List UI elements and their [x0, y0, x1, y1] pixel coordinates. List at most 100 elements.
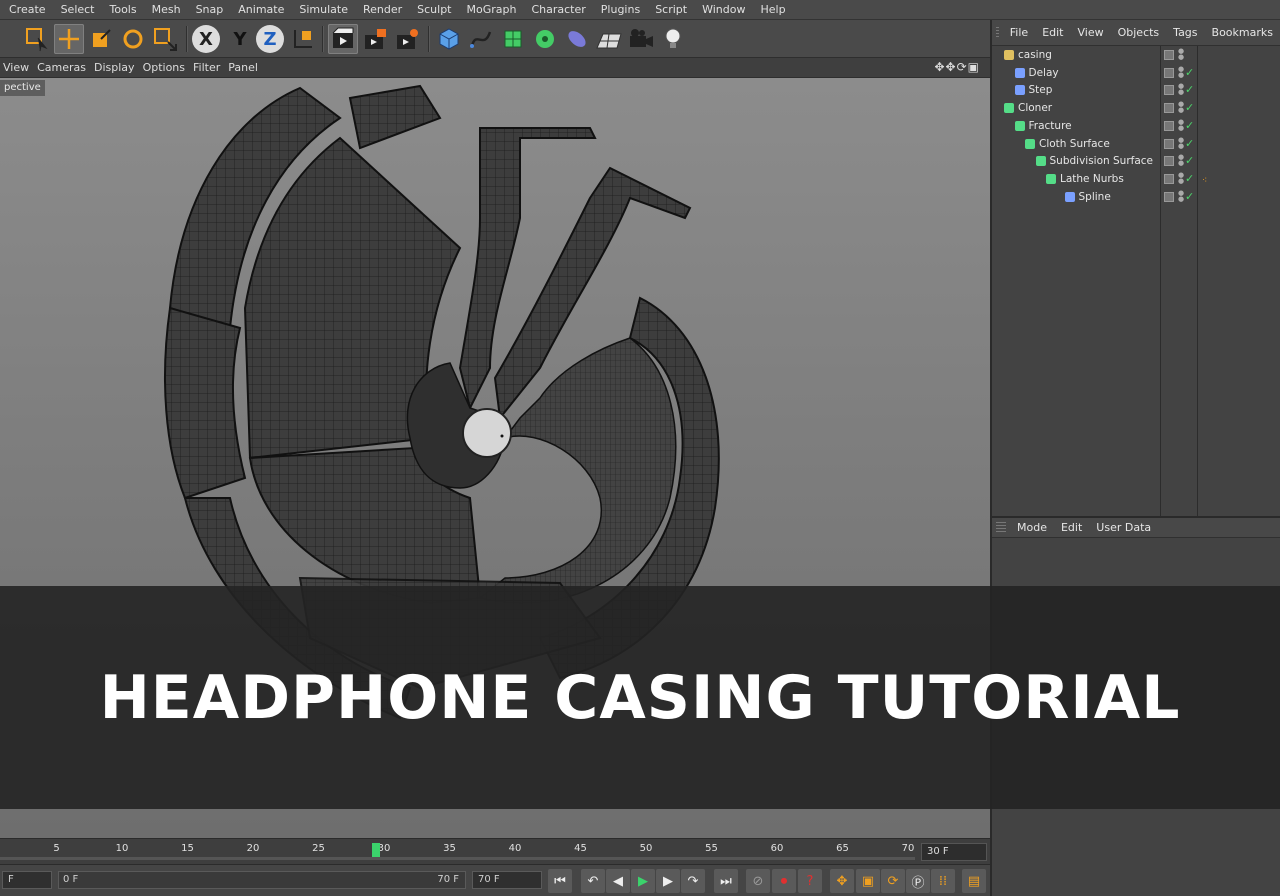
- attribute-menu-mode[interactable]: Mode: [1010, 521, 1054, 534]
- previous-key-icon[interactable]: ↶: [581, 869, 605, 893]
- viewport-menu-filter[interactable]: Filter: [190, 61, 225, 74]
- panel-grip-icon[interactable]: [996, 26, 999, 39]
- current-frame-field[interactable]: 30 F: [921, 843, 987, 861]
- menu-render[interactable]: Render: [354, 3, 408, 16]
- viewport-menu-view[interactable]: View: [0, 61, 34, 74]
- world-coordinate-system-icon[interactable]: [288, 24, 318, 54]
- visibility-dots-icon[interactable]: ● ●: [1178, 48, 1184, 61]
- visibility-dots-icon[interactable]: ● ●: [1178, 171, 1184, 184]
- enabled-check-icon[interactable]: ✓: [1185, 81, 1194, 99]
- scale-tool-icon[interactable]: [86, 24, 116, 54]
- z-axis-lock-button[interactable]: Z: [256, 25, 284, 53]
- spline-pen-icon[interactable]: [466, 24, 496, 54]
- y-axis-lock-button[interactable]: Y: [225, 24, 255, 54]
- next-key-icon[interactable]: ↷: [681, 869, 705, 893]
- viewport-menu-panel[interactable]: Panel: [225, 61, 263, 74]
- menu-mograph[interactable]: MoGraph: [458, 3, 523, 16]
- start-frame-field[interactable]: F: [2, 871, 52, 889]
- object-menu-tags[interactable]: Tags: [1166, 26, 1204, 39]
- timeline-ruler[interactable]: 5 10 15 20 25 30 35 40 45 50 55 60 65 70 30 F: [0, 838, 990, 864]
- object-row-cloner[interactable]: Cloner ● ● ✓: [992, 99, 1280, 117]
- object-menu-file[interactable]: File: [1003, 26, 1035, 39]
- visibility-dots-icon[interactable]: ● ●: [1178, 65, 1184, 78]
- record-disabled-icon[interactable]: ⊘: [746, 869, 770, 893]
- menu-create[interactable]: Create: [0, 3, 52, 16]
- render-view-icon[interactable]: [328, 24, 358, 54]
- enabled-check-icon[interactable]: ✓: [1185, 170, 1194, 188]
- visibility-dots-icon[interactable]: ● ●: [1178, 136, 1184, 149]
- deformer-icon[interactable]: [562, 24, 592, 54]
- floor-environment-icon[interactable]: [594, 24, 624, 54]
- menu-mesh[interactable]: Mesh: [143, 3, 187, 16]
- layer-color-icon[interactable]: [1164, 120, 1174, 131]
- move-tool-icon[interactable]: [54, 24, 84, 54]
- enabled-check-icon[interactable]: ✓: [1185, 188, 1194, 206]
- light-bulb-icon[interactable]: [658, 24, 688, 54]
- layer-color-icon[interactable]: [1164, 173, 1174, 184]
- object-menu-bookmarks[interactable]: Bookmarks: [1205, 26, 1280, 39]
- camera-icon[interactable]: [626, 24, 656, 54]
- menu-help[interactable]: Help: [751, 3, 791, 16]
- go-to-end-icon[interactable]: ⏭: [714, 869, 738, 893]
- menu-select[interactable]: Select: [52, 3, 101, 16]
- object-row-casing[interactable]: casing ● ●: [992, 46, 1280, 64]
- object-menu-objects[interactable]: Objects: [1111, 26, 1167, 39]
- record-rotation-icon[interactable]: ⟳: [881, 869, 905, 893]
- viewport-navigation-icons[interactable]: ✥✥⟳▣: [934, 60, 980, 74]
- play-forward-icon[interactable]: ▶: [631, 869, 655, 893]
- go-to-start-icon[interactable]: ⏮: [548, 869, 572, 893]
- enabled-check-icon[interactable]: ✓: [1185, 64, 1194, 82]
- layer-color-icon[interactable]: [1164, 103, 1174, 114]
- visibility-dots-icon[interactable]: ● ●: [1178, 189, 1184, 202]
- menu-character[interactable]: Character: [522, 3, 591, 16]
- rotate-tool-icon[interactable]: [118, 24, 148, 54]
- record-parameter-icon[interactable]: Ⓟ: [906, 869, 930, 893]
- live-selection-tool-icon[interactable]: [22, 24, 52, 54]
- end-frame-field[interactable]: 70 F: [472, 871, 542, 889]
- viewport-menu-cameras[interactable]: Cameras: [34, 61, 91, 74]
- object-row-lathe-nurbs[interactable]: Lathe Nurbs ● ● ✓ ⁖: [992, 170, 1280, 188]
- visibility-dots-icon[interactable]: ● ●: [1178, 83, 1184, 96]
- object-row-delay[interactable]: Delay ● ● ✓: [992, 64, 1280, 82]
- timeline-playhead[interactable]: [372, 843, 380, 857]
- next-frame-icon[interactable]: ▶: [656, 869, 680, 893]
- subdivision-surface-icon[interactable]: [498, 24, 528, 54]
- layer-color-icon[interactable]: [1164, 156, 1174, 167]
- render-to-picture-viewer-icon[interactable]: [360, 24, 390, 54]
- layer-color-icon[interactable]: [1164, 67, 1174, 78]
- recent-tools-icon[interactable]: [150, 24, 180, 54]
- attribute-menu-user-data[interactable]: User Data: [1089, 521, 1158, 534]
- x-axis-lock-button[interactable]: X: [192, 25, 220, 53]
- object-row-subdivision-surface[interactable]: Subdivision Surface ● ● ✓: [992, 152, 1280, 170]
- visibility-dots-icon[interactable]: ● ●: [1178, 118, 1184, 131]
- cloner-array-icon[interactable]: [530, 24, 560, 54]
- visibility-dots-icon[interactable]: ● ●: [1178, 154, 1184, 167]
- attribute-menu-edit[interactable]: Edit: [1054, 521, 1089, 534]
- enabled-check-icon[interactable]: ✓: [1185, 135, 1194, 153]
- object-row-fracture[interactable]: Fracture ● ● ✓: [992, 117, 1280, 135]
- layer-color-icon[interactable]: [1164, 138, 1174, 149]
- layer-color-icon[interactable]: [1164, 191, 1174, 202]
- menu-simulate[interactable]: Simulate: [290, 3, 354, 16]
- cube-object-icon[interactable]: [434, 24, 464, 54]
- menu-plugins[interactable]: Plugins: [592, 3, 646, 16]
- menu-tools[interactable]: Tools: [101, 3, 143, 16]
- object-row-spline[interactable]: Spline ● ● ✓: [992, 188, 1280, 206]
- viewport-menu-display[interactable]: Display: [91, 61, 140, 74]
- autokeying-icon[interactable]: ?: [798, 869, 822, 893]
- previous-frame-icon[interactable]: ◀: [606, 869, 630, 893]
- timeline-window-icon[interactable]: ▤: [962, 869, 986, 893]
- object-menu-edit[interactable]: Edit: [1035, 26, 1070, 39]
- menu-script[interactable]: Script: [646, 3, 693, 16]
- enabled-check-icon[interactable]: ✓: [1185, 152, 1194, 170]
- enabled-check-icon[interactable]: ✓: [1185, 99, 1194, 117]
- render-settings-icon[interactable]: [392, 24, 422, 54]
- preview-range-slider[interactable]: 0 F 70 F: [58, 871, 466, 889]
- viewport-menu-options[interactable]: Options: [140, 61, 190, 74]
- object-row-step[interactable]: Step ● ● ✓: [992, 81, 1280, 99]
- record-active-objects-icon[interactable]: ⏺: [772, 869, 796, 893]
- layer-color-icon[interactable]: [1164, 50, 1174, 60]
- visibility-dots-icon[interactable]: ● ●: [1178, 101, 1184, 114]
- menu-window[interactable]: Window: [693, 3, 751, 16]
- enabled-check-icon[interactable]: ✓: [1185, 117, 1194, 135]
